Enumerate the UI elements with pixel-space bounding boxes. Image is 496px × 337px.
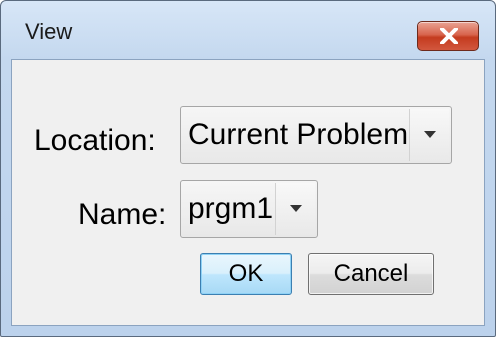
location-dropdown[interactable]: Current Problem [180,106,452,164]
chevron-down-icon [424,131,436,138]
dialog-body: Location: Current Problem Name: prgm1 OK… [11,59,485,326]
name-label: Name: [78,198,167,231]
ok-button[interactable]: OK [200,253,292,295]
location-dropdown-arrow[interactable] [409,109,449,161]
close-button[interactable] [417,21,479,51]
chevron-down-icon [290,205,302,212]
close-icon [440,28,458,44]
title-bar[interactable]: View [1,1,495,59]
location-selected-value: Current Problem [188,118,409,151]
dialog-title: View [25,19,73,44]
cancel-button[interactable]: Cancel [308,253,434,295]
name-dropdown[interactable]: prgm1 [180,180,318,238]
name-selected-value: prgm1 [188,192,274,225]
view-dialog: View Location: Current Problem Name: prg… [0,0,496,337]
name-dropdown-arrow[interactable] [275,183,315,235]
location-label: Location: [34,124,156,157]
